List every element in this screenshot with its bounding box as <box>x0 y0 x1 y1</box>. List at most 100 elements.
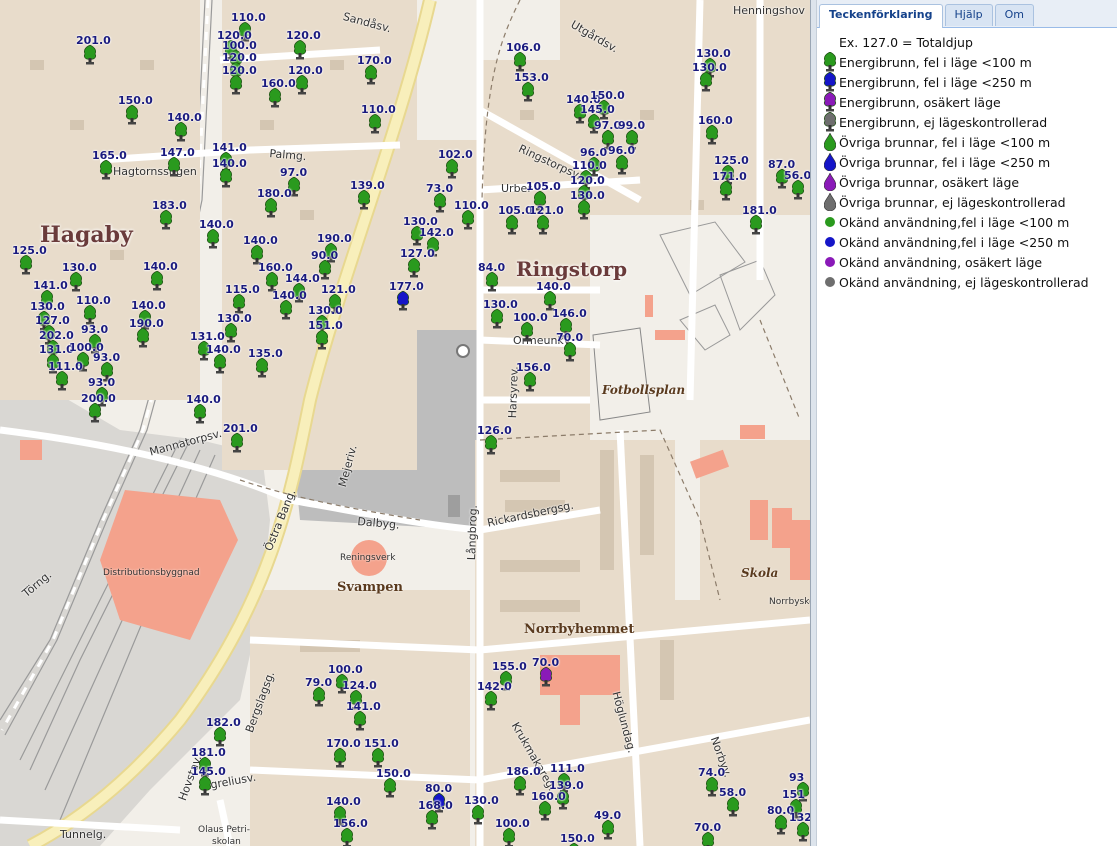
energy-well-icon[interactable] <box>83 45 97 65</box>
energy-well-icon[interactable] <box>601 820 615 840</box>
energy-well-icon[interactable] <box>559 318 573 338</box>
tab-legend[interactable]: Teckenförklaring <box>819 4 943 28</box>
energy-well-icon[interactable] <box>293 40 307 60</box>
energy-well-icon[interactable] <box>705 125 719 145</box>
energy-well-icon[interactable] <box>138 310 152 330</box>
tab-help[interactable]: Hjälp <box>944 4 993 26</box>
energy-well-icon[interactable] <box>601 130 615 150</box>
energy-well-icon[interactable] <box>232 294 246 314</box>
energy-well-icon[interactable] <box>520 322 534 342</box>
energy-well-icon[interactable] <box>791 180 805 200</box>
energy-well-icon[interactable] <box>268 88 282 108</box>
energy-well-icon[interactable] <box>425 810 439 830</box>
energy-well-icon[interactable] <box>198 776 212 796</box>
energy-well-icon[interactable] <box>349 690 363 710</box>
energy-well-icon[interactable] <box>265 272 279 292</box>
energy-well-icon[interactable] <box>396 291 410 311</box>
energy-well-icon[interactable] <box>499 671 513 691</box>
energy-well-icon[interactable] <box>775 169 789 189</box>
energy-well-icon[interactable] <box>505 215 519 235</box>
energy-well-icon[interactable] <box>502 828 516 846</box>
energy-well-icon[interactable] <box>318 260 332 280</box>
energy-well-icon[interactable] <box>224 323 238 343</box>
energy-well-icon[interactable] <box>238 22 252 42</box>
energy-well-icon[interactable] <box>433 193 447 213</box>
energy-well-icon[interactable] <box>699 72 713 92</box>
energy-well-icon[interactable] <box>255 358 269 378</box>
energy-well-icon[interactable] <box>328 294 342 314</box>
energy-well-icon[interactable] <box>69 272 83 292</box>
energy-well-icon[interactable] <box>340 828 354 846</box>
energy-well-icon[interactable] <box>521 82 535 102</box>
energy-well-icon[interactable] <box>159 210 173 230</box>
energy-well-icon[interactable] <box>426 237 440 257</box>
energy-well-icon[interactable] <box>749 215 763 235</box>
energy-well-icon[interactable] <box>563 342 577 362</box>
energy-well-icon[interactable] <box>774 815 788 835</box>
energy-well-icon[interactable] <box>371 748 385 768</box>
energy-well-icon[interactable] <box>264 198 278 218</box>
energy-well-icon[interactable] <box>485 272 499 292</box>
energy-well-icon[interactable] <box>523 372 537 392</box>
energy-well-icon[interactable] <box>99 160 113 180</box>
energy-well-icon[interactable] <box>213 354 227 374</box>
energy-well-icon[interactable] <box>445 159 459 179</box>
energy-well-icon[interactable] <box>625 130 639 150</box>
tab-about[interactable]: Om <box>994 4 1034 26</box>
energy-well-icon[interactable] <box>193 404 207 424</box>
energy-well-icon[interactable] <box>484 435 498 455</box>
energy-well-icon[interactable] <box>312 687 326 707</box>
energy-well-icon[interactable] <box>229 75 243 95</box>
energy-well-icon[interactable] <box>279 300 293 320</box>
energy-well-icon[interactable] <box>726 797 740 817</box>
energy-well-icon[interactable] <box>206 229 220 249</box>
energy-well-icon[interactable] <box>383 778 397 798</box>
energy-well-icon[interactable] <box>536 215 550 235</box>
energy-well-icon[interactable] <box>573 104 587 124</box>
energy-well-icon[interactable] <box>88 403 102 423</box>
energy-well-icon[interactable] <box>198 757 212 777</box>
energy-well-icon[interactable] <box>250 245 264 265</box>
energy-well-icon[interactable] <box>364 65 378 85</box>
energy-well-icon[interactable] <box>88 334 102 354</box>
energy-well-icon[interactable] <box>213 727 227 747</box>
energy-well-icon[interactable] <box>556 790 570 810</box>
energy-well-icon[interactable] <box>219 168 233 188</box>
energy-well-icon[interactable] <box>19 255 33 275</box>
energy-well-icon[interactable] <box>136 328 150 348</box>
energy-well-icon[interactable] <box>410 226 424 246</box>
energy-well-icon[interactable] <box>55 371 69 391</box>
energy-well-icon[interactable] <box>292 283 306 303</box>
energy-well-icon[interactable] <box>357 190 371 210</box>
energy-well-icon[interactable] <box>539 667 553 687</box>
energy-well-icon[interactable] <box>287 177 301 197</box>
energy-well-icon[interactable] <box>461 210 475 230</box>
energy-well-icon[interactable] <box>796 822 810 842</box>
map-view[interactable]: Hagaby Ringstorp Fotbollsplan Svampen Norrby… <box>0 0 810 846</box>
energy-well-icon[interactable] <box>333 806 347 826</box>
energy-well-icon[interactable] <box>538 801 552 821</box>
energy-well-icon[interactable] <box>407 258 421 278</box>
energy-well-icon[interactable] <box>295 75 309 95</box>
energy-well-icon[interactable] <box>701 832 715 846</box>
energy-well-icon[interactable] <box>587 114 601 134</box>
energy-well-icon[interactable] <box>368 114 382 134</box>
energy-well-icon[interactable] <box>83 305 97 325</box>
energy-well-icon[interactable] <box>484 691 498 711</box>
energy-well-icon[interactable] <box>719 181 733 201</box>
energy-well-icon[interactable] <box>125 105 139 125</box>
energy-well-icon[interactable] <box>167 157 181 177</box>
energy-well-icon[interactable] <box>471 805 485 825</box>
panel-splitter[interactable] <box>810 0 817 846</box>
energy-well-icon[interactable] <box>705 777 719 797</box>
energy-well-icon[interactable] <box>100 362 114 382</box>
energy-well-icon[interactable] <box>513 776 527 796</box>
energy-well-icon[interactable] <box>513 52 527 72</box>
energy-well-icon[interactable] <box>543 291 557 311</box>
energy-well-icon[interactable] <box>333 748 347 768</box>
energy-well-icon[interactable] <box>197 341 211 361</box>
energy-well-icon[interactable] <box>335 674 349 694</box>
energy-well-icon[interactable] <box>353 711 367 731</box>
energy-well-icon[interactable] <box>789 799 803 819</box>
energy-well-icon[interactable] <box>76 352 90 372</box>
